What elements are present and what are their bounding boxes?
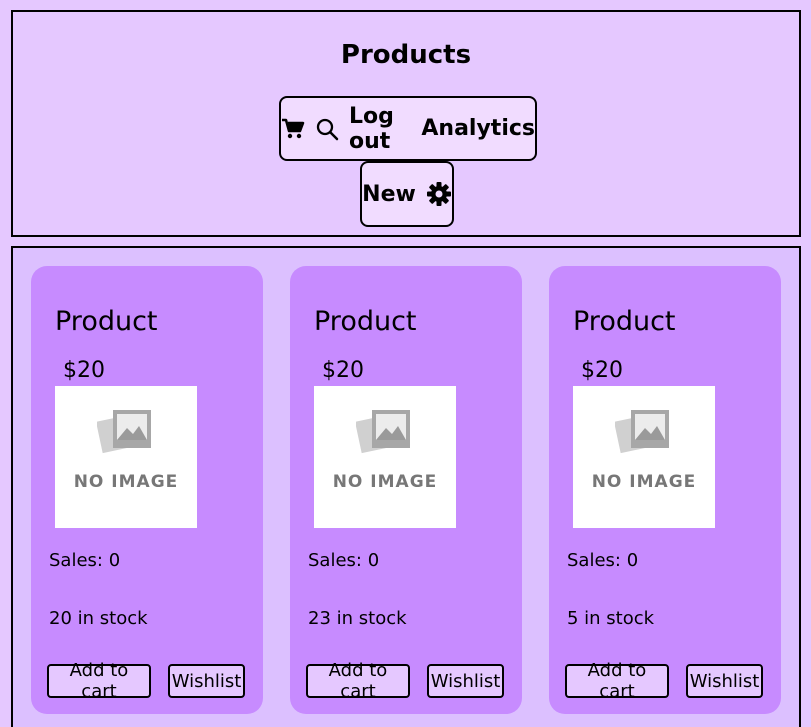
product-name: Product: [573, 306, 676, 337]
analytics-link[interactable]: Analytics: [421, 116, 535, 141]
search-icon[interactable]: [315, 117, 339, 141]
add-to-cart-button[interactable]: Add to cart: [47, 660, 151, 702]
gear-icon[interactable]: [426, 181, 452, 207]
product-card: Product $20 NO IMAGE Sales: 0 20 in stoc…: [31, 266, 263, 714]
no-image-text: NO IMAGE: [332, 472, 438, 492]
product-price: $20: [581, 358, 623, 383]
image-placeholder-icon: [356, 410, 410, 454]
product-stock: 5 in stock: [567, 608, 655, 629]
product-grid: Product $20 NO IMAGE Sales: 0 20 in stoc…: [11, 246, 801, 727]
header: Products Log out Analytics New: [11, 10, 801, 237]
product-sales: Sales: 0: [308, 550, 380, 571]
image-placeholder-icon: [97, 410, 151, 454]
product-name: Product: [55, 306, 158, 337]
product-image: NO IMAGE: [573, 386, 715, 528]
wishlist-button[interactable]: Wishlist: [427, 664, 504, 698]
logout-link[interactable]: Log out: [349, 104, 411, 154]
wishlist-button[interactable]: Wishlist: [168, 664, 245, 698]
product-price: $20: [322, 358, 364, 383]
add-to-cart-button[interactable]: Add to cart: [565, 660, 669, 702]
no-image-text: NO IMAGE: [73, 472, 179, 492]
wishlist-button[interactable]: Wishlist: [686, 664, 763, 698]
add-to-cart-button[interactable]: Add to cart: [306, 660, 410, 702]
product-stock: 23 in stock: [308, 608, 407, 629]
product-image: NO IMAGE: [314, 386, 456, 528]
product-stock: 20 in stock: [49, 608, 148, 629]
product-sales: Sales: 0: [567, 550, 639, 571]
page-title: Products: [340, 40, 472, 70]
product-image: NO IMAGE: [55, 386, 197, 528]
product-price: $20: [63, 358, 105, 383]
product-card: Product $20 NO IMAGE Sales: 0 5 in stock…: [549, 266, 781, 714]
nav-bar-secondary: New: [360, 161, 454, 227]
product-name: Product: [314, 306, 417, 337]
new-link[interactable]: New: [362, 182, 416, 207]
product-sales: Sales: 0: [49, 550, 121, 571]
image-placeholder-icon: [615, 410, 669, 454]
nav-bar: Log out Analytics: [279, 96, 537, 161]
no-image-text: NO IMAGE: [591, 472, 697, 492]
product-card: Product $20 NO IMAGE Sales: 0 23 in stoc…: [290, 266, 522, 714]
cart-icon[interactable]: [281, 118, 305, 140]
